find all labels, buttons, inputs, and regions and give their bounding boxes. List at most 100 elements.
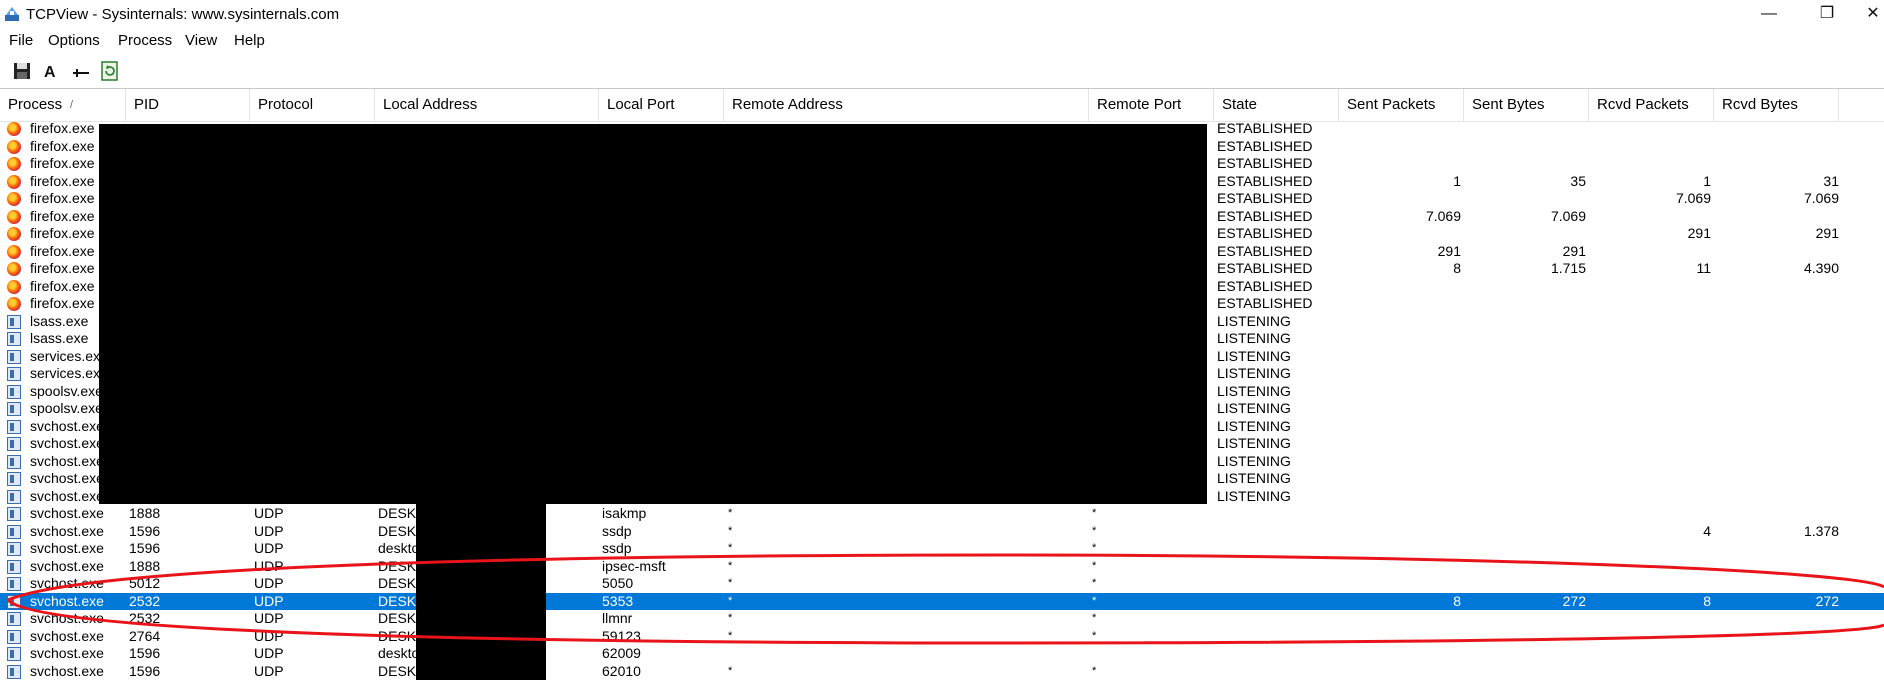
cell-process: svchost.exe [30, 557, 104, 574]
column-pid[interactable]: PID [126, 89, 250, 121]
cell-process: svchost.exe [30, 645, 104, 661]
cell-state: ESTABLISHED [1217, 225, 1313, 241]
cell-state: LISTENING [1217, 400, 1291, 416]
menu-file[interactable]: File [9, 32, 33, 49]
process-icon [7, 664, 21, 679]
table-row[interactable]: svchost.exe 1596 UDP deskto ssdp * * [0, 540, 1884, 558]
cell-remote-port: * [1092, 612, 1097, 624]
cell-protocol: UDP [254, 557, 284, 574]
column-protocol[interactable]: Protocol [250, 89, 375, 121]
cell-pid: 2764 [129, 627, 161, 644]
cell-sent-packets [1339, 628, 1461, 646]
maximize-button[interactable]: ❐ [1804, 0, 1850, 30]
table-row[interactable]: svchost.exe 2764 UDP DESK 59123 * * [0, 628, 1884, 646]
cell-rcvd-packets [1589, 540, 1711, 558]
table-row[interactable]: svchost.exe 1596 UDP DESK 62010 * * [0, 663, 1884, 680]
column-rcvd-packets[interactable]: Rcvd Packets [1589, 89, 1714, 121]
cell-state: ESTABLISHED [1217, 242, 1313, 259]
cell-rcvd-packets [1589, 663, 1711, 680]
cell-sent-bytes [1464, 470, 1586, 488]
cell-sent-packets [1339, 453, 1461, 471]
column-remote-port[interactable]: Remote Port [1089, 89, 1214, 121]
menu-help[interactable]: Help [234, 32, 265, 49]
process-icon [7, 349, 21, 364]
cell-sent-bytes [1464, 453, 1586, 471]
process-icon [7, 454, 21, 469]
table-row[interactable]: svchost.exe 5012 UDP DESK 5050 * * [0, 575, 1884, 593]
cell-rcvd-packets [1589, 645, 1711, 663]
connector-icon[interactable] [70, 60, 92, 82]
cell-rcvd-packets [1589, 155, 1711, 173]
redaction-block [99, 124, 1207, 504]
table-row[interactable]: svchost.exe 1888 UDP DESK ipsec-msft * * [0, 558, 1884, 576]
cell-rcvd-bytes [1714, 488, 1839, 506]
cell-pid: 2532 [129, 592, 161, 609]
cell-remote-port: * [1092, 559, 1097, 572]
column-state[interactable]: State [1214, 89, 1339, 121]
cell-pid: 1596 [129, 522, 161, 539]
cell-sent-bytes [1464, 610, 1586, 628]
column-rcvd-bytes[interactable]: Rcvd Bytes [1714, 89, 1839, 121]
cell-sent-bytes: 35 [1570, 172, 1586, 189]
cell-pid: 2532 [129, 610, 161, 626]
column-sent-packets[interactable]: Sent Packets [1339, 89, 1464, 121]
cell-state: ESTABLISHED [1217, 207, 1313, 224]
cell-sent-packets [1339, 575, 1461, 593]
table-row[interactable]: svchost.exe 2532 UDP DESK llmnr * * [0, 610, 1884, 628]
tcpview-app-icon [5, 7, 19, 21]
cell-state: ESTABLISHED [1217, 190, 1313, 206]
menu-process[interactable]: Process [118, 32, 172, 49]
menu-options[interactable]: Options [48, 32, 100, 49]
toolbar: A [0, 54, 1884, 89]
cell-state [1217, 628, 1337, 646]
window-title: TCPView - Sysinternals: www.sysinternals… [26, 6, 340, 23]
cell-sent-packets [1339, 505, 1461, 523]
column-sent-bytes[interactable]: Sent Bytes [1464, 89, 1589, 121]
cell-sent-bytes [1464, 628, 1586, 646]
redaction-block [416, 504, 546, 680]
table-row[interactable]: svchost.exe 1596 UDP DESK ssdp * * 4 1.378 [0, 523, 1884, 541]
cell-sent-packets: 8 [1453, 260, 1461, 276]
firefox-icon [7, 122, 21, 136]
font-icon[interactable]: A [40, 60, 62, 82]
cell-protocol: UDP [254, 505, 284, 521]
cell-process: svchost.exe [30, 592, 104, 609]
cell-sent-bytes [1464, 155, 1586, 173]
table-row-selected[interactable]: svchost.exe 2532 UDP DESK 5353 * * 8 272 8 272 [0, 592, 1884, 610]
cell-rcvd-bytes [1714, 558, 1839, 576]
cell-remote-address: * [728, 612, 733, 624]
cell-remote-address [728, 645, 1088, 663]
cell-state [1217, 523, 1337, 541]
column-local-port[interactable]: Local Port [599, 89, 724, 121]
cell-state: LISTENING [1217, 312, 1291, 329]
cell-rcvd-bytes [1714, 505, 1839, 523]
process-icon [7, 402, 21, 416]
table-row[interactable]: svchost.exe 1888 UDP DESK isakmp * * [0, 505, 1884, 523]
minimize-button[interactable]: — [1746, 0, 1792, 30]
column-remote-address[interactable]: Remote Address [724, 89, 1089, 121]
firefox-icon [7, 227, 21, 241]
cell-sent-packets [1339, 295, 1461, 313]
refresh-icon[interactable] [99, 60, 121, 82]
cell-rcvd-packets [1589, 120, 1711, 138]
cell-rcvd-packets [1589, 435, 1711, 453]
cell-sent-packets: 1 [1453, 172, 1461, 189]
firefox-icon [7, 262, 21, 276]
cell-sent-packets [1339, 558, 1461, 576]
menu-view[interactable]: View [185, 32, 217, 49]
cell-sent-bytes [1464, 645, 1586, 663]
table-row[interactable]: svchost.exe 1596 UDP deskto 62009 [0, 645, 1884, 663]
column-process[interactable]: Process / [0, 89, 126, 121]
cell-state: LISTENING [1217, 470, 1291, 486]
cell-remote-port: * [1092, 524, 1097, 537]
column-local-address[interactable]: Local Address [375, 89, 599, 121]
cell-sent-bytes [1464, 435, 1586, 453]
cell-rcvd-packets [1589, 610, 1711, 628]
cell-rcvd-bytes: 31 [1823, 172, 1839, 189]
process-icon [7, 472, 21, 486]
cell-rcvd-packets: 7.069 [1675, 190, 1711, 206]
save-icon[interactable] [11, 60, 33, 82]
process-icon [7, 594, 21, 609]
close-button[interactable]: ✕ [1862, 0, 1884, 30]
cell-rcvd-bytes [1714, 383, 1839, 401]
